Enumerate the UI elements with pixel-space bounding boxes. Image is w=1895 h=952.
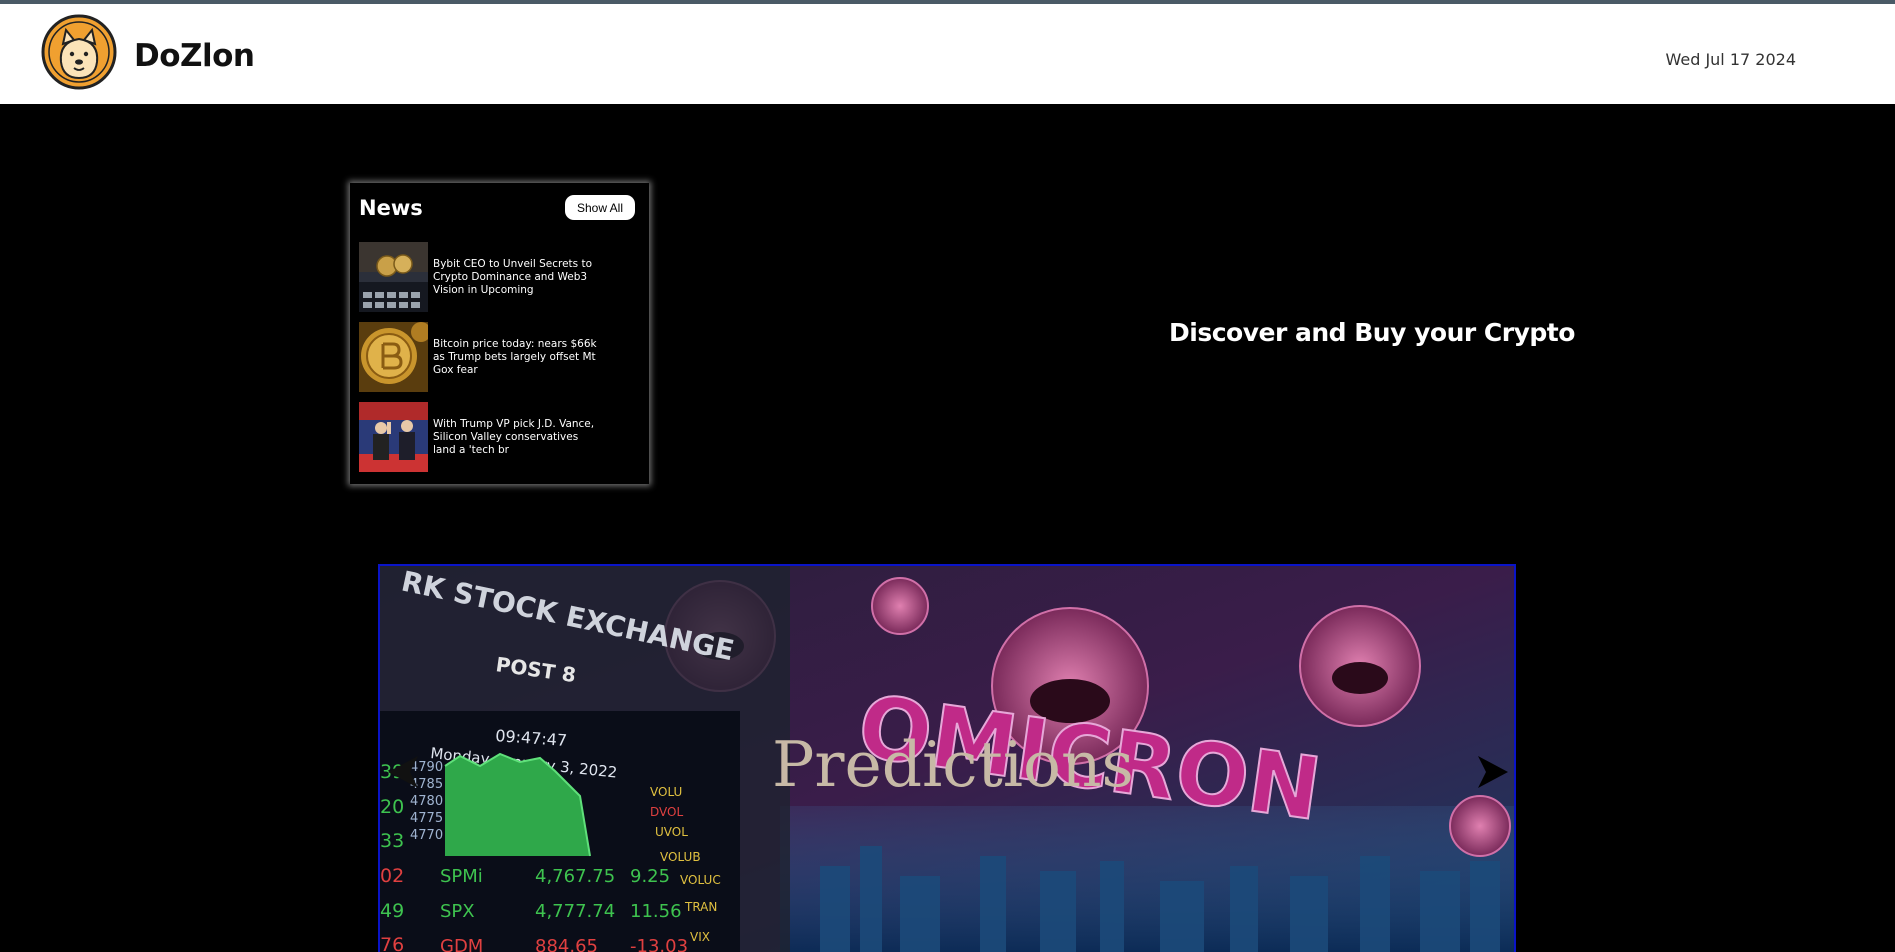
row-prefix: 76 [380, 934, 404, 952]
ticker-change: 9.25 [630, 866, 670, 887]
ticker-change: 11.56 [630, 901, 682, 922]
news-headline[interactable]: Bitcoin price today: nears $66k as Trump… [433, 322, 598, 392]
ticker-value: 4,767.75 [535, 866, 615, 887]
ticker-value: 884.65 [535, 936, 598, 952]
axis-label: 4770 [410, 828, 443, 843]
row-prefix: 02 [380, 865, 404, 887]
news-item[interactable]: Bitcoin price today: nears $66k as Trump… [359, 322, 639, 392]
predictions-carousel[interactable]: RK STOCK EXCHANGE POST 8 09:47:47 Monday… [378, 564, 1516, 952]
ticker-label: DVOL [650, 805, 683, 819]
current-date: Wed Jul 17 2024 [1665, 50, 1796, 69]
news-headline[interactable]: Bybit CEO to Unveil Secrets to Crypto Do… [433, 242, 598, 312]
news-title: News [359, 196, 423, 220]
carousel-next-arrow-icon[interactable] [1476, 752, 1512, 792]
axis-label: 4780 [410, 794, 443, 809]
ticker-label: TRAN [684, 900, 717, 914]
site-header: DoZlon Wed Jul 17 2024 [0, 4, 1895, 104]
ticker-symbol: SPX [440, 901, 475, 922]
carousel-prev-arrow-icon[interactable] [384, 752, 420, 792]
news-item[interactable]: With Trump VP pick J.D. Vance, Silicon V… [359, 402, 639, 472]
ticker-label: VIX [690, 930, 710, 944]
show-all-button[interactable]: Show All [565, 195, 635, 220]
ticker-label: VOLUC [680, 873, 721, 887]
ticker-label: VOLUB [660, 850, 701, 864]
news-thumbnail-politics [359, 402, 428, 472]
ticker-change: -13.03 [630, 936, 688, 952]
news-item[interactable]: Bybit CEO to Unveil Secrets to Crypto Do… [359, 242, 639, 312]
row-prefix: 33 [380, 830, 404, 852]
axis-label: 4775 [410, 811, 443, 826]
ticker-symbol: GDM [440, 936, 483, 952]
hero-tagline: Discover and Buy your Crypto [1169, 318, 1575, 347]
news-headline[interactable]: With Trump VP pick J.D. Vance, Silicon V… [433, 402, 598, 472]
brand-name[interactable]: DoZlon [134, 38, 255, 74]
row-prefix: 20 [380, 796, 404, 818]
slide-caption: Predictions [772, 728, 1134, 801]
news-thumbnail-coins [359, 242, 428, 312]
doge-logo-icon[interactable] [41, 14, 117, 90]
row-prefix: 49 [380, 900, 404, 922]
ticker-symbol: SPMi [440, 866, 483, 887]
ticker-label: UVOL [655, 825, 688, 839]
ticker-value: 4,777.74 [535, 901, 615, 922]
ticker-label: VOLU [650, 785, 682, 799]
news-thumbnail-bitcoin [359, 322, 428, 392]
news-card: News Show All Bybit CEO to Unveil Secret… [350, 183, 649, 484]
